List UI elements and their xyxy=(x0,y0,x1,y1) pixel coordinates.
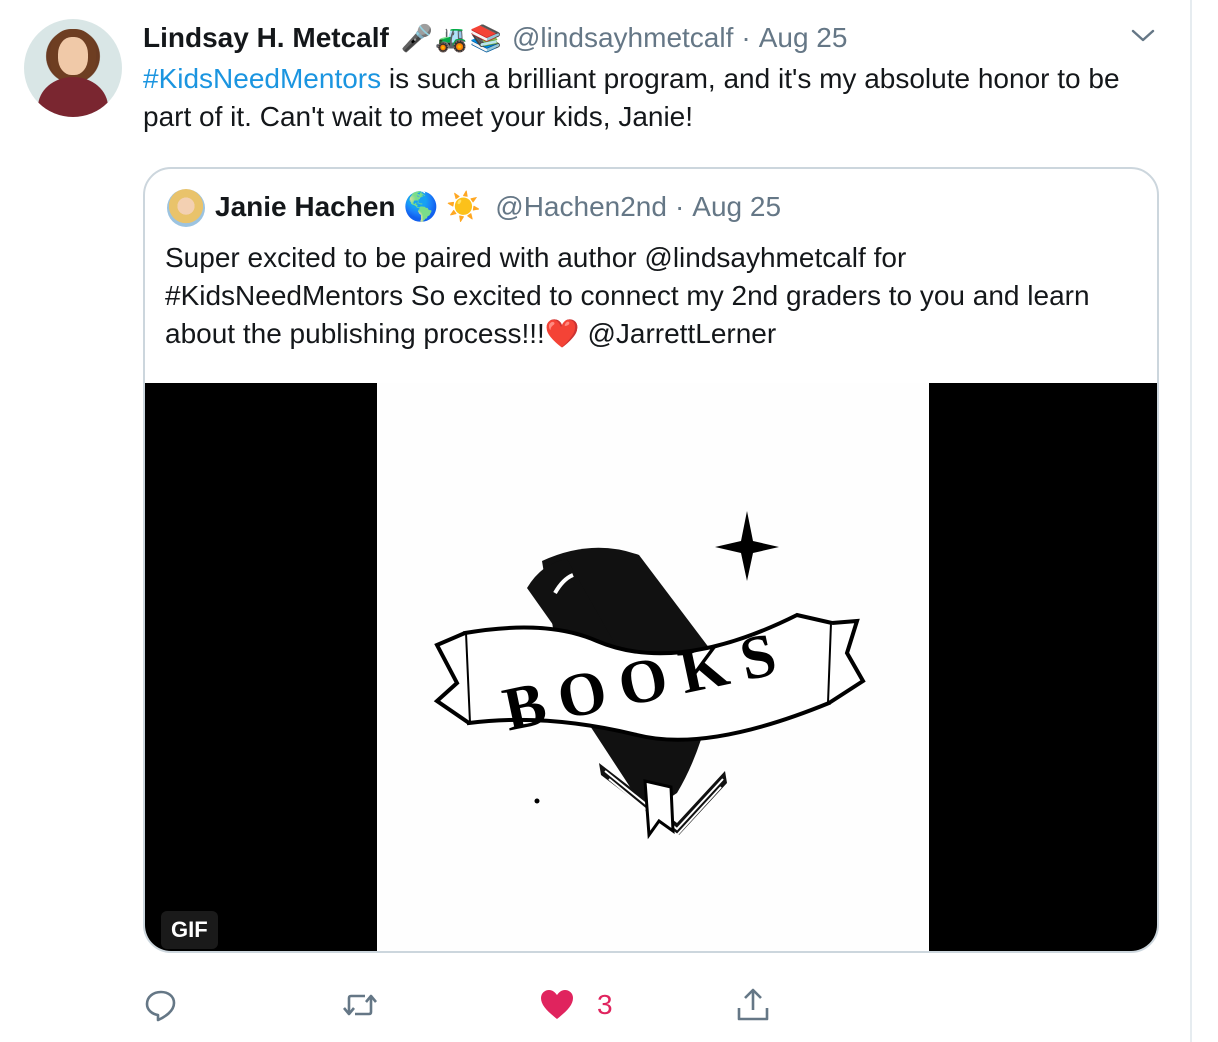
separator: · xyxy=(741,22,751,53)
books-emoji: 📚 xyxy=(469,23,502,53)
retweet-button[interactable] xyxy=(341,980,379,1030)
like-button[interactable]: 3 xyxy=(539,980,613,1030)
tractor-emoji: 🚜 xyxy=(435,23,468,53)
reply-button[interactable] xyxy=(143,980,179,1030)
tweet-date[interactable]: Aug 25 xyxy=(759,22,848,54)
quoted-date: Aug 25 xyxy=(692,191,782,222)
tweet-header: Lindsay H. Metcalf 🎤 🚜 📚 @lindsayhmetcal… xyxy=(143,18,847,58)
tweet[interactable]: Lindsay H. Metcalf 🎤 🚜 📚 @lindsayhmetcal… xyxy=(0,0,1190,1042)
like-count: 3 xyxy=(597,989,613,1020)
tweet-actions: 3 xyxy=(143,980,843,1030)
quoted-separator: · xyxy=(674,191,685,222)
heart-emoji: ❤️ xyxy=(544,318,580,349)
mention-link[interactable]: @JarrettLerner xyxy=(580,318,776,349)
quoted-header: Janie Hachen 🌎 ☀️ @Hachen2nd · Aug 25 xyxy=(215,185,781,229)
chevron-down-icon[interactable] xyxy=(1128,24,1158,48)
avatar[interactable] xyxy=(24,19,122,117)
gif-badge: GIF xyxy=(161,911,218,949)
hashtag-link[interactable]: #KidsNeedMentors xyxy=(143,63,381,94)
books-illustration: BOOKS xyxy=(377,383,929,951)
quoted-display-name: Janie Hachen xyxy=(215,191,396,222)
handle[interactable]: @lindsayhmetcalf xyxy=(512,22,733,54)
quoted-text: Super excited to be paired with author @… xyxy=(165,242,1090,349)
microphone-emoji: 🎤 xyxy=(400,23,434,53)
display-name[interactable]: Lindsay H. Metcalf xyxy=(143,22,389,54)
share-icon xyxy=(735,986,771,1024)
gif-media[interactable]: BOOKS GIF xyxy=(145,383,1157,951)
share-button[interactable] xyxy=(735,980,771,1030)
quoted-tweet[interactable]: Janie Hachen 🌎 ☀️ @Hachen2nd · Aug 25 Su… xyxy=(143,167,1159,953)
globe-emoji: 🌎 xyxy=(403,191,439,222)
sun-emoji: ☀️ xyxy=(446,191,482,222)
timeline-divider xyxy=(1190,0,1192,1042)
heart-icon xyxy=(539,987,575,1023)
reply-icon xyxy=(143,987,179,1023)
quoted-avatar[interactable] xyxy=(167,189,205,227)
retweet-icon xyxy=(341,987,379,1023)
name-emojis: 🎤 🚜 📚 xyxy=(401,25,502,51)
book-banner-image: BOOKS xyxy=(433,511,866,840)
tweet-text: #KidsNeedMentors is such a brilliant pro… xyxy=(143,60,1163,136)
quoted-handle: @Hachen2nd xyxy=(495,191,667,222)
